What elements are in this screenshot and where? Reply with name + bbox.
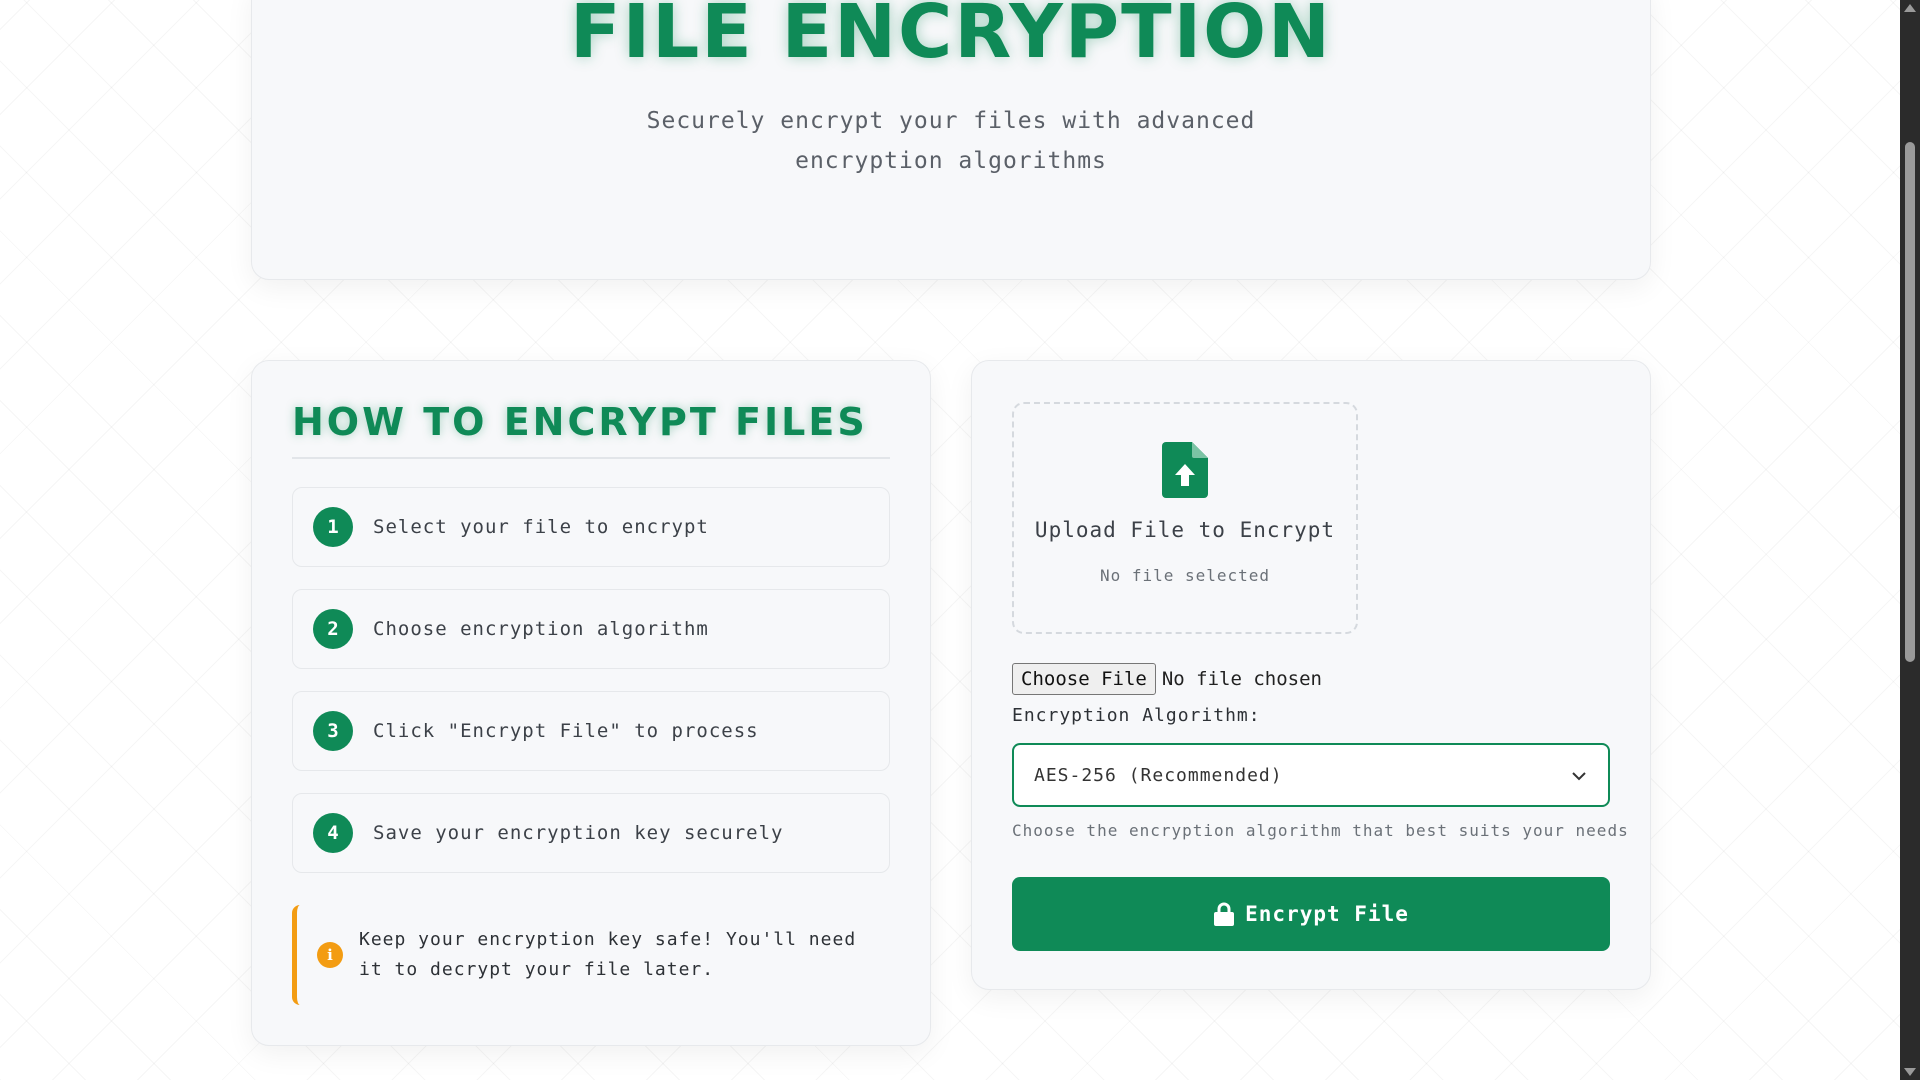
step-number: 1 [313, 507, 353, 547]
encrypt-file-button[interactable]: Encrypt File [1012, 877, 1610, 951]
hero-card: FILE ENCRYPTION Securely encrypt your fi… [251, 0, 1651, 280]
file-input: Choose File No file chosen [1012, 663, 1322, 695]
encrypt-form-card: Upload File to Encrypt No file selected … [971, 360, 1651, 990]
page-title: FILE ENCRYPTION [570, 0, 1332, 75]
algorithm-selected-value: AES-256 (Recommended) [1034, 764, 1283, 786]
chevron-down-icon [1572, 772, 1586, 781]
algorithm-label: Encryption Algorithm: [1012, 705, 1261, 726]
page: FILE ENCRYPTION Securely encrypt your fi… [0, 0, 1900, 1080]
step-item: 3 Click "Encrypt File" to process [292, 691, 890, 771]
step-number: 3 [313, 711, 353, 751]
choose-file-button[interactable]: Choose File [1012, 663, 1156, 695]
scroll-thumb[interactable] [1905, 142, 1915, 662]
step-text: Click "Encrypt File" to process [373, 720, 759, 742]
step-item: 4 Save your encryption key securely [292, 793, 890, 873]
instructions-title: HOW TO ENCRYPT FILES [292, 401, 890, 459]
step-number: 2 [313, 609, 353, 649]
scroll-down-arrow-icon[interactable] [1904, 1068, 1916, 1076]
vertical-scrollbar[interactable] [1900, 0, 1920, 1080]
lock-icon [1214, 902, 1235, 926]
algorithm-select[interactable]: AES-256 (Recommended) [1012, 743, 1610, 807]
encrypt-button-label: Encrypt File [1245, 902, 1409, 926]
dropzone-status: No file selected [1099, 566, 1271, 585]
file-status-text: No file chosen [1161, 668, 1322, 690]
page-subtitle: Securely encrypt your files with advance… [646, 108, 1256, 174]
step-text: Select your file to encrypt [373, 516, 709, 538]
algorithm-hint: Choose the encryption algorithm that bes… [1012, 821, 1629, 840]
key-warning-note: i Keep your encryption key safe! You'll … [292, 905, 890, 1005]
info-icon: i [317, 942, 343, 968]
step-item: 2 Choose encryption algorithm [292, 589, 890, 669]
step-text: Choose encryption algorithm [373, 618, 709, 640]
dropzone-title: Upload File to Encrypt [1034, 518, 1336, 542]
instructions-card: HOW TO ENCRYPT FILES 1 Select your file … [251, 360, 931, 1046]
step-number: 4 [313, 813, 353, 853]
step-item: 1 Select your file to encrypt [292, 487, 890, 567]
step-text: Save your encryption key securely [373, 822, 784, 844]
scroll-up-arrow-icon[interactable] [1904, 4, 1916, 12]
file-upload-icon [1162, 442, 1208, 498]
file-dropzone[interactable]: Upload File to Encrypt No file selected [1012, 402, 1358, 634]
key-warning-text: Keep your encryption key safe! You'll ne… [359, 929, 857, 980]
